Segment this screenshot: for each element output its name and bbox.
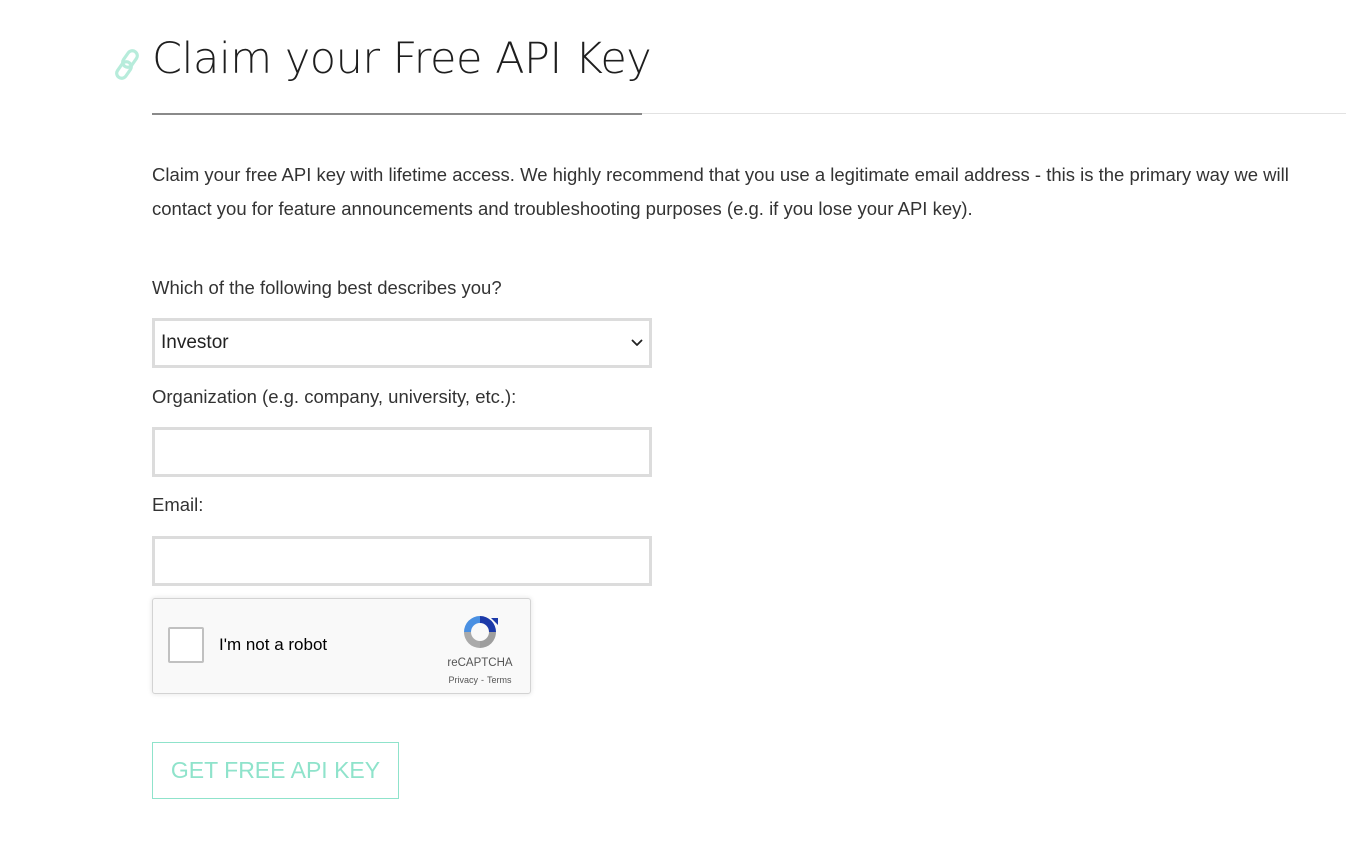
recaptcha-brand: reCAPTCHA xyxy=(447,657,513,669)
role-select[interactable]: Investor xyxy=(152,318,652,368)
intro-text: Claim your free API key with lifetime ac… xyxy=(152,164,1289,219)
chevron-down-icon xyxy=(631,339,643,346)
recaptcha-label: I'm not a robot xyxy=(219,635,328,654)
get-free-api-key-button[interactable]: GET FREE API KEY xyxy=(152,742,399,799)
recaptcha-checkbox[interactable] xyxy=(168,627,204,663)
organization-label: Organization (e.g. company, university, … xyxy=(152,386,517,407)
email-input[interactable] xyxy=(152,536,652,586)
recaptcha-terms-link[interactable]: Terms xyxy=(487,675,512,685)
link-icon xyxy=(115,49,139,80)
page-title: Claim your Free API Key xyxy=(152,34,652,84)
title-underline xyxy=(152,113,642,115)
organization-input[interactable] xyxy=(152,427,652,477)
recaptcha-widget: I'm not a robot reCAPTCHA Privacy - Terms xyxy=(152,598,531,694)
email-label: Email: xyxy=(152,494,204,515)
recaptcha-privacy-link[interactable]: Privacy xyxy=(448,675,478,685)
recaptcha-logo-icon xyxy=(464,616,498,648)
role-select-value: Investor xyxy=(161,332,229,353)
recaptcha-links-separator: - xyxy=(481,675,484,685)
role-label: Which of the following best describes yo… xyxy=(152,277,502,298)
recaptcha-links: Privacy - Terms xyxy=(433,675,527,685)
